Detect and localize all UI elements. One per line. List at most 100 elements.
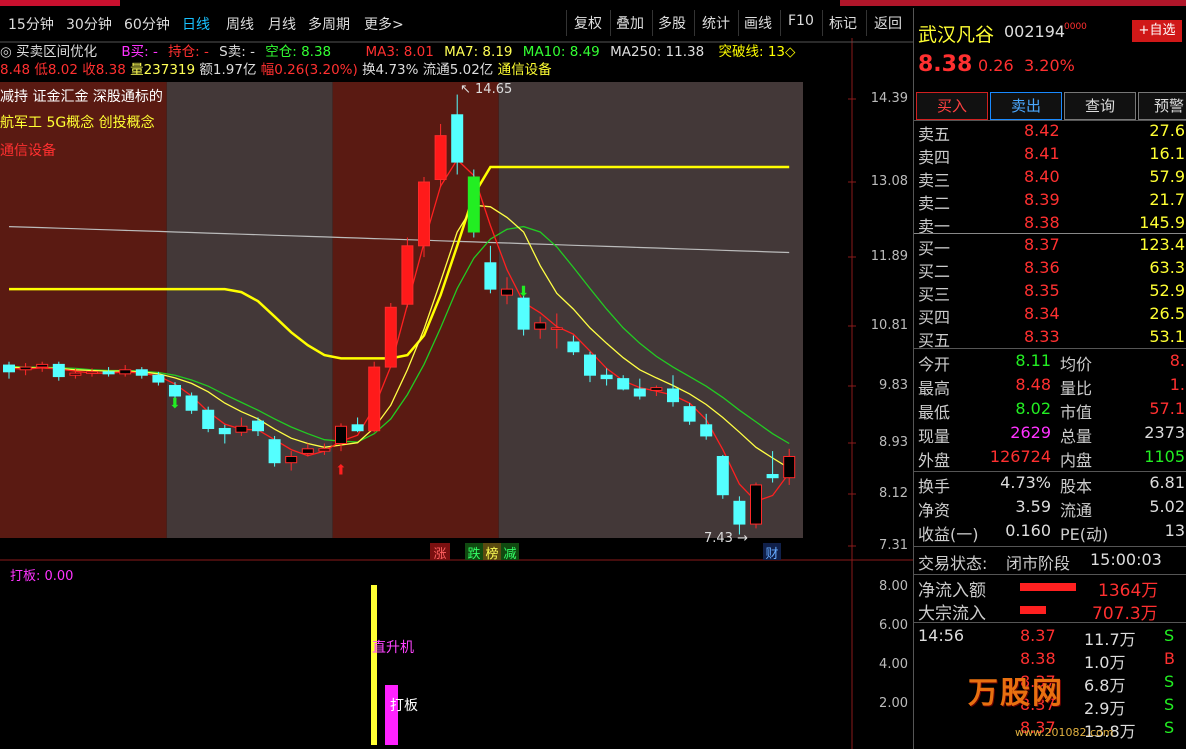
order-volume: 53.1 xyxy=(1149,327,1185,346)
candle-body xyxy=(119,369,132,375)
tab-60min[interactable]: 60分钟 xyxy=(124,14,170,34)
order-book-row[interactable]: 买四 8.34 26.5 xyxy=(914,304,1186,327)
down-arrow-icon: ⬇ xyxy=(518,284,530,300)
order-price: 8.34 xyxy=(1024,304,1060,323)
candle-body xyxy=(550,327,563,330)
stat-key: 换手 xyxy=(918,477,951,496)
candle-body xyxy=(401,245,414,305)
tag-fall[interactable]: 跌 xyxy=(465,543,483,562)
order-book-row[interactable]: 卖三 8.40 57.9 xyxy=(914,167,1186,190)
tab-multi-period[interactable]: 多周期 xyxy=(308,14,350,34)
tick-side: S xyxy=(1164,695,1175,714)
order-level-label: 买二 xyxy=(918,262,951,281)
helicopter-label: 直升机 xyxy=(372,640,414,656)
tab-weekly[interactable]: 周线 xyxy=(226,14,254,34)
candle-body xyxy=(683,406,696,422)
sub-bar xyxy=(385,685,398,745)
stat-value: 8.11 xyxy=(1015,351,1051,370)
statistics-button[interactable]: 统计 xyxy=(702,13,730,33)
order-level-label: 卖二 xyxy=(918,194,951,213)
tab-monthly[interactable]: 月线 xyxy=(268,14,296,34)
order-book-row[interactable]: 买三 8.35 52.9 xyxy=(914,281,1186,304)
order-price: 8.35 xyxy=(1024,281,1060,300)
stat-key: 净资 xyxy=(918,501,951,520)
stat-key: 流通 xyxy=(1060,501,1093,520)
stat-value: 5.02 xyxy=(1149,497,1185,516)
tag-reduce[interactable]: 减 xyxy=(501,543,519,562)
y-tick-label: 7.31 xyxy=(879,538,908,553)
candle-body xyxy=(600,374,613,380)
y-tick-label: 11.89 xyxy=(870,249,908,264)
draw-line-button[interactable]: 画线 xyxy=(744,13,772,33)
stat-value: 8. xyxy=(1169,351,1185,370)
sell-button[interactable]: 卖出 xyxy=(990,92,1062,120)
back-button[interactable]: 返回 xyxy=(874,13,902,33)
candle-body xyxy=(318,448,331,452)
kline-chart[interactable]: ⬇ ⬇ ⬆ xyxy=(0,38,913,749)
tab-30min[interactable]: 30分钟 xyxy=(66,14,112,34)
stat-value: 57.1 xyxy=(1149,399,1185,418)
stat-value: 13 xyxy=(1164,521,1185,540)
notice-line3: 通信设备 xyxy=(0,143,56,159)
order-volume: 123.4 xyxy=(1139,235,1185,254)
order-book-row[interactable]: 买五 8.33 53.1 xyxy=(914,327,1186,350)
flow-value-1: 1364万 xyxy=(1098,581,1159,601)
candle-body xyxy=(716,455,729,496)
sub-bar xyxy=(371,585,377,745)
tag-rank[interactable]: 榜 xyxy=(483,543,501,562)
f10-button[interactable]: F10 xyxy=(788,13,814,29)
fuquan-button[interactable]: 复权 xyxy=(574,13,602,33)
order-level-label: 卖三 xyxy=(918,171,951,190)
tick-row: 14:56 8.37 11.7万 S xyxy=(914,626,1186,649)
tag-finance[interactable]: 财 xyxy=(763,543,781,562)
stat-row: 现量 2629 总量 2373 xyxy=(914,423,1186,446)
flow-value-2: 707.3万 xyxy=(1092,604,1158,624)
alert-button[interactable]: 预警 xyxy=(1138,92,1186,120)
stock-code-suffix: 0000 xyxy=(1064,22,1087,32)
tab-15min[interactable]: 15分钟 xyxy=(8,14,54,34)
multi-stock-button[interactable]: 多股 xyxy=(658,13,686,33)
stat-key: 总量 xyxy=(1060,427,1093,446)
candle-body xyxy=(135,369,148,376)
stat-value: 2629 xyxy=(1010,423,1051,442)
tag-rise[interactable]: 涨 xyxy=(430,543,450,562)
watermark-brand: 万股网 xyxy=(968,676,1064,711)
y-tick-label: 8.12 xyxy=(879,486,908,501)
candle-body xyxy=(667,388,679,403)
tab-more[interactable]: 更多> xyxy=(364,14,404,34)
candle-body xyxy=(700,424,713,437)
candle-body xyxy=(484,262,497,290)
order-book-row[interactable]: 卖五 8.42 27.6 xyxy=(914,121,1186,144)
y-tick-label: 9.83 xyxy=(879,378,908,393)
query-button[interactable]: 查询 xyxy=(1064,92,1136,120)
stat-value: 8.02 xyxy=(1015,399,1051,418)
flow-bar-1 xyxy=(1020,583,1076,591)
order-level-label: 买一 xyxy=(918,239,951,258)
buy-button[interactable]: 买入 xyxy=(916,92,988,120)
stat-row: 外盘 126724 内盘 1105 xyxy=(914,447,1186,470)
order-book-row[interactable]: 卖四 8.41 16.1 xyxy=(914,144,1186,167)
candle-body xyxy=(650,387,663,391)
stat-key: 量比 xyxy=(1060,379,1093,398)
add-favorite-button[interactable]: +自选 xyxy=(1132,20,1182,42)
tick-side: S xyxy=(1164,718,1175,737)
order-book-row[interactable]: 卖二 8.39 21.7 xyxy=(914,190,1186,213)
flow-bar-2 xyxy=(1020,606,1046,614)
stock-change: 0.26 xyxy=(978,56,1014,75)
mark-button[interactable]: 标记 xyxy=(829,13,857,33)
candle-body xyxy=(733,500,746,525)
order-volume: 63.3 xyxy=(1149,258,1185,277)
trade-state: 闭市阶段 xyxy=(1006,554,1071,573)
tab-daily[interactable]: 日线 xyxy=(182,14,210,34)
order-volume: 57.9 xyxy=(1149,167,1185,186)
candle-body xyxy=(152,374,165,383)
down-arrow-icon: ⬇ xyxy=(169,396,181,412)
overlay-button[interactable]: 叠加 xyxy=(616,13,644,33)
order-book-row[interactable]: 买二 8.36 63.3 xyxy=(914,258,1186,281)
trade-state-label: 交易状态: xyxy=(918,554,988,573)
tick-side: S xyxy=(1164,672,1175,691)
order-book-row[interactable]: 买一 8.37 123.4 xyxy=(914,235,1186,258)
candle-body xyxy=(584,354,596,376)
candle-body xyxy=(36,363,49,368)
candle-body xyxy=(750,484,762,525)
